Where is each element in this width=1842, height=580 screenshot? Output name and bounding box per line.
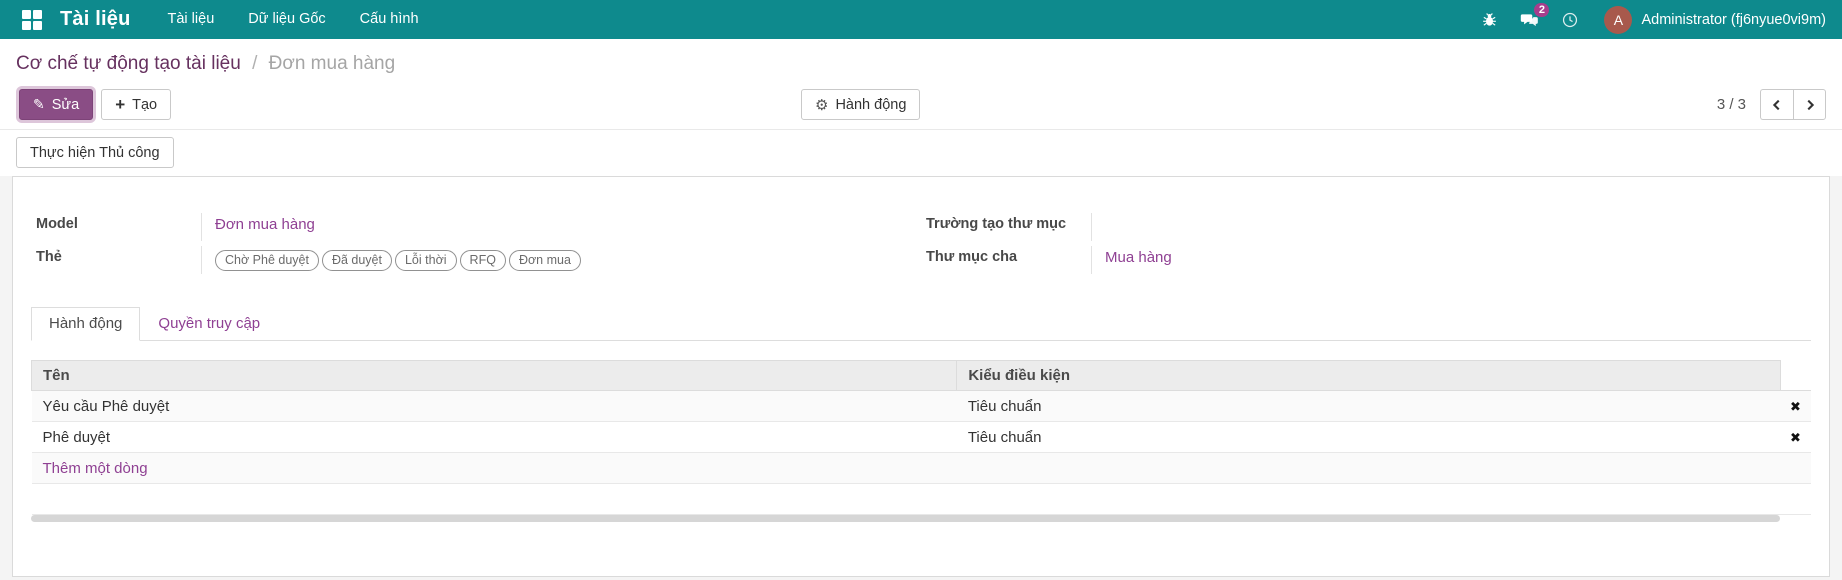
user-menu[interactable]: A Administrator (fj6nyue0vi9m): [1604, 5, 1826, 34]
breadcrumb: Cơ chế tự động tạo tài liệu / Đơn mua hà…: [0, 39, 1842, 87]
table-row[interactable]: Phê duyệt Tiêu chuẩn: [31, 421, 1811, 453]
pager-next-button[interactable]: [1793, 89, 1826, 120]
field-tags-label: Thẻ: [36, 249, 62, 265]
list-header-row: Tên Kiểu điều kiện: [30, 360, 1811, 391]
pager-previous-button[interactable]: [1760, 89, 1793, 120]
create-button-label: Tạo: [132, 96, 158, 113]
systray: 2 A Administrator (fj6nyue0vi9m): [1470, 0, 1826, 39]
menu-du-lieu-goc[interactable]: Dữ liệu Gốc: [231, 0, 342, 39]
content-area: Model Đơn mua hàng Thẻ Chờ Phê duyệt Đã …: [0, 176, 1842, 577]
cell-condition[interactable]: Tiêu chuẩn: [956, 390, 1780, 422]
control-panel: Sửa Tạo Hành động 3 / 3: [0, 87, 1842, 130]
column-header-condition[interactable]: Kiểu điều kiện: [956, 360, 1781, 391]
plus-icon: [115, 96, 125, 114]
message-count-badge: 2: [1534, 3, 1550, 17]
debug-bug-icon[interactable]: [1470, 0, 1509, 39]
pencil-icon: [33, 96, 45, 113]
menu-cau-hinh[interactable]: Cấu hình: [343, 0, 436, 39]
tag-pill[interactable]: Đơn mua: [508, 250, 581, 271]
chevron-right-icon: [1807, 99, 1814, 110]
manual-execute-button[interactable]: Thực hiện Thủ công: [16, 137, 174, 168]
add-line-link[interactable]: Thêm một dòng: [43, 460, 148, 477]
tag-list: Chờ Phê duyệt Đã duyệt Lỗi thời RFQ Đơn …: [215, 249, 921, 271]
chevron-left-icon: [1772, 99, 1780, 110]
activities-clock-icon[interactable]: [1550, 0, 1590, 39]
delete-x-icon: [1790, 398, 1801, 415]
action-button-label: Hành động: [835, 96, 907, 113]
form-sheet: Model Đơn mua hàng Thẻ Chờ Phê duyệt Đã …: [12, 176, 1830, 577]
tab-hanh-dong[interactable]: Hành động: [31, 307, 141, 341]
actions-list: Tên Kiểu điều kiện Yêu cầu Phê duyệt Tiê…: [30, 360, 1811, 515]
cell-name[interactable]: Yêu cầu Phê duyệt: [31, 390, 957, 422]
form-right-column: Trường tạo thư mục Thư mục cha Mua hàng: [921, 213, 1811, 279]
tag-pill[interactable]: Lỗi thời: [394, 250, 457, 271]
messages-chat-icon[interactable]: 2: [1509, 0, 1550, 39]
horizontal-scrollbar[interactable]: [31, 515, 1780, 522]
form-fields: Model Đơn mua hàng Thẻ Chờ Phê duyệt Đã …: [31, 213, 1811, 279]
breadcrumb-current: Đơn mua hàng: [268, 53, 396, 74]
column-header-delete: [1780, 360, 1811, 391]
pager: [1760, 89, 1826, 120]
tag-pill[interactable]: Đã duyệt: [321, 250, 392, 271]
action-menu-button[interactable]: Hành động: [801, 89, 921, 120]
avatar: A: [1604, 5, 1633, 34]
app-name[interactable]: Tài liệu: [60, 8, 131, 31]
field-parent-folder-value-link[interactable]: Mua hàng: [1105, 249, 1172, 266]
pager-counter: 3 / 3: [1716, 96, 1746, 113]
field-folder-field-label: Trường tạo thư mục: [926, 216, 1067, 232]
field-parent-folder-row: Thư mục cha Mua hàng: [921, 246, 1811, 279]
add-line-row: Thêm một dòng: [31, 452, 1811, 484]
table-row[interactable]: Yêu cầu Phê duyệt Tiêu chuẩn: [31, 390, 1811, 422]
column-header-name[interactable]: Tên: [30, 360, 958, 391]
delete-row-button[interactable]: [1780, 421, 1811, 453]
empty-row: [31, 483, 1811, 515]
cell-condition[interactable]: Tiêu chuẩn: [956, 421, 1780, 453]
edit-button[interactable]: Sửa: [19, 89, 94, 120]
create-button[interactable]: Tạo: [101, 89, 172, 120]
notebook-tabs: Hành động Quyền truy cập: [31, 306, 1811, 341]
statusbar: Thực hiện Thủ công: [0, 130, 1842, 176]
delete-row-button[interactable]: [1780, 390, 1811, 422]
menu-tai-lieu[interactable]: Tài liệu: [151, 0, 232, 39]
field-folder-field-row: Trường tạo thư mục: [921, 213, 1811, 246]
tag-pill[interactable]: Chờ Phê duyệt: [215, 250, 319, 271]
delete-x-icon: [1790, 429, 1801, 446]
breadcrumb-separator: /: [252, 53, 258, 74]
field-parent-folder-label: Thư mục cha: [926, 249, 1018, 265]
field-model-row: Model Đơn mua hàng: [31, 213, 921, 246]
cell-name[interactable]: Phê duyệt: [31, 421, 957, 453]
form-left-column: Model Đơn mua hàng Thẻ Chờ Phê duyệt Đã …: [31, 213, 921, 279]
edit-button-label: Sửa: [51, 96, 80, 113]
top-navbar: Tài liệu Tài liệu Dữ liệu Gốc Cấu hình 2: [0, 0, 1842, 39]
user-name: Administrator (fj6nyue0vi9m): [1641, 11, 1826, 28]
field-folder-field-value[interactable]: [1091, 213, 1811, 241]
breadcrumb-parent-link[interactable]: Cơ chế tự động tạo tài liệu: [16, 53, 241, 74]
field-model-value-link[interactable]: Đơn mua hàng: [215, 216, 315, 233]
gear-icon: [815, 96, 828, 114]
apps-grid-icon[interactable]: [22, 9, 42, 30]
main-menu: Tài liệu Dữ liệu Gốc Cấu hình: [151, 0, 436, 39]
field-model-label: Model: [36, 216, 78, 232]
tab-quyen-truy-cap[interactable]: Quyền truy cập: [140, 307, 278, 341]
field-tags-row: Thẻ Chờ Phê duyệt Đã duyệt Lỗi thời RFQ …: [31, 246, 921, 279]
tag-pill[interactable]: RFQ: [459, 250, 506, 271]
